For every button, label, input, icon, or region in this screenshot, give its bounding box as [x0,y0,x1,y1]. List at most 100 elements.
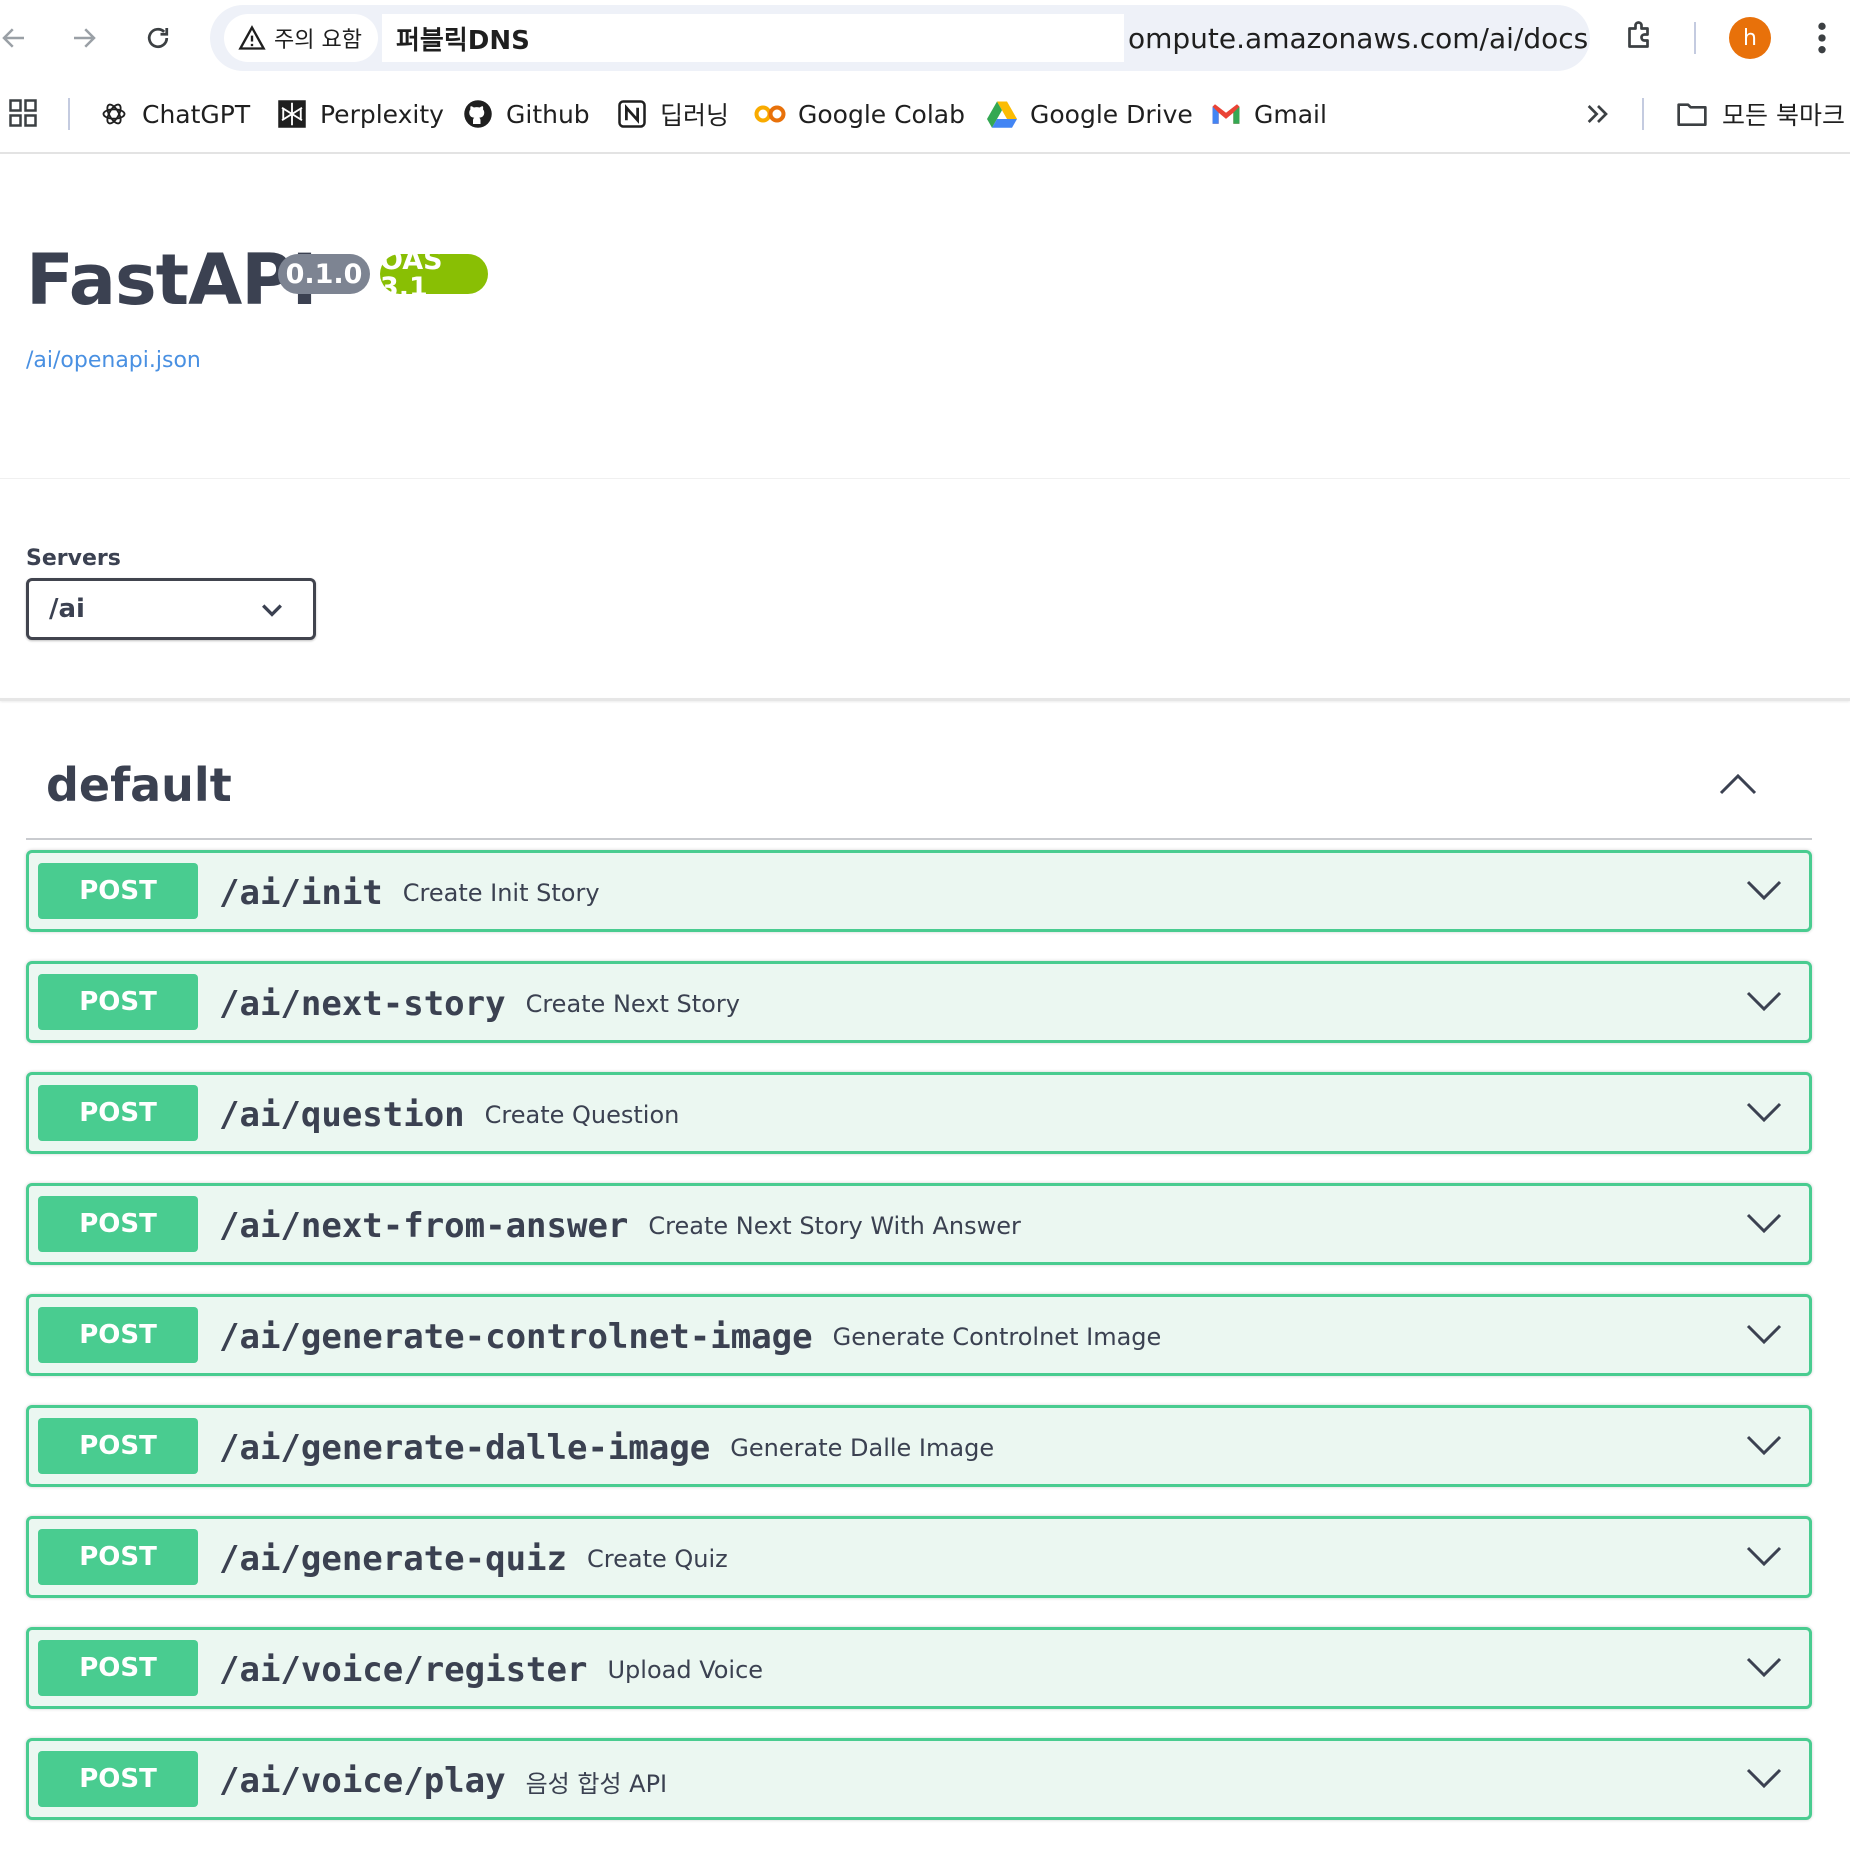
apps-grid-icon[interactable] [8,98,38,128]
all-bookmarks-folder[interactable]: 모든 북마크 [1676,90,1845,138]
bookmark-label: ChatGPT [142,99,251,129]
operation-block[interactable]: POST /ai/voice/play 음성 합성 API [26,1738,1812,1820]
operation-block[interactable]: POST /ai/generate-controlnet-image Gener… [26,1294,1812,1376]
chevron-down-icon[interactable] [1745,1654,1783,1680]
bookmark-drive[interactable]: Google Drive [986,90,1193,138]
bookmark-gmail[interactable]: Gmail [1210,90,1327,138]
profile-avatar[interactable]: h [1729,17,1771,59]
path-text: /ai/generate-controlnet-image [219,1317,813,1357]
path-text: /ai/generate-quiz [219,1539,567,1579]
operation-path: /ai/generate-dalle-image Generate Dalle … [219,1426,994,1470]
perplexity-icon [276,98,308,130]
operation-summary: Generate Dalle Image [730,1434,995,1462]
operation-path: /ai/generate-controlnet-image Generate C… [219,1315,1161,1359]
operation-summary: Create Init Story [402,879,600,907]
address-bar[interactable]: 주의 요함 퍼블릭DNS ompute.amazonaws.com/ai/doc… [210,5,1763,71]
bookmark-perplexity[interactable]: Perplexity [276,90,444,138]
bookmark-notion[interactable]: 딥러닝 [616,90,729,138]
bookmark-label: Github [506,99,590,129]
path-text: /ai/next-from-answer [219,1206,629,1246]
security-chip[interactable]: 주의 요함 [224,14,378,62]
chevron-down-icon [262,604,282,617]
method-badge: POST [38,863,198,919]
method-badge: POST [38,1529,198,1585]
method-badge: POST [38,1085,198,1141]
operation-block[interactable]: POST /ai/question Create Question [26,1072,1812,1154]
operation-summary: Create Next Story [525,990,740,1018]
chevron-down-icon[interactable] [1745,1321,1783,1347]
path-text: /ai/question [219,1095,465,1135]
operation-path: /ai/next-from-answer Create Next Story W… [219,1204,1021,1248]
path-text: /ai/generate-dalle-image [219,1428,711,1468]
chevron-down-icon[interactable] [1745,877,1783,903]
chevron-down-icon[interactable] [1745,1099,1783,1125]
back-button[interactable] [0,16,36,60]
operation-summary: Create Next Story With Answer [648,1212,1021,1240]
servers-select[interactable]: /ai [26,578,316,640]
bookmark-label: 딥러닝 [660,101,730,130]
path-text: /ai/init [219,873,383,913]
version-badge: 0.1.0 [278,254,370,294]
tag-title[interactable]: default [46,758,232,812]
path-text: /ai/next-story [219,984,506,1024]
method-badge: POST [38,1640,198,1696]
arrow-right-icon [74,28,96,48]
operation-path: /ai/generate-quiz Create Quiz [219,1537,728,1581]
operation-block[interactable]: POST /ai/generate-quiz Create Quiz [26,1516,1812,1598]
bookmarks-divider [68,98,70,130]
operation-summary: Generate Controlnet Image [832,1323,1162,1351]
method-badge: POST [38,1196,198,1252]
bookmark-label: Perplexity [320,99,444,129]
operation-path: /ai/init Create Init Story [219,871,600,915]
chevron-double-right-icon[interactable] [1582,98,1614,130]
method-badge: POST [38,1751,198,1807]
operation-block[interactable]: POST /ai/next-from-answer Create Next St… [26,1183,1812,1265]
browser-toolbar: 주의 요함 퍼블릭DNS ompute.amazonaws.com/ai/doc… [0,0,1850,76]
reload-button[interactable] [136,16,180,60]
warning-icon [238,25,266,50]
operation-path: /ai/voice/play 음성 합성 API [219,1759,667,1803]
tag-divider [26,838,1812,840]
chevron-down-icon[interactable] [1745,1432,1783,1458]
drive-icon [986,98,1018,130]
forward-button[interactable] [62,16,106,60]
operation-summary: Upload Voice [607,1656,764,1684]
bookmarks-divider [1642,98,1644,130]
bookmark-label: Google Drive [1030,99,1193,129]
path-text: /ai/voice/play [219,1761,506,1801]
kebab-menu-icon[interactable] [1808,18,1836,58]
extensions-icon[interactable] [1622,18,1658,54]
bookmark-github[interactable]: Github [462,90,590,138]
folder-icon [1677,103,1707,126]
operations-list: POST /ai/init Create Init Story POST /ai… [26,850,1812,1849]
chevron-down-icon[interactable] [1745,1765,1783,1791]
operation-path: /ai/next-story Create Next Story [219,982,740,1026]
servers-label: Servers [26,546,121,571]
chevron-down-icon[interactable] [1745,1543,1783,1569]
operation-block[interactable]: POST /ai/voice/register Upload Voice [26,1627,1812,1709]
openapi-json-link[interactable]: /ai/openapi.json [26,348,201,373]
notion-icon [616,98,648,130]
gmail-icon [1210,98,1242,130]
oas-badge: OAS 3.1 [380,247,488,301]
chatgpt-icon [98,98,130,130]
bookmark-chatgpt[interactable]: ChatGPT [98,90,250,138]
chevron-down-icon[interactable] [1745,1210,1783,1236]
operation-block[interactable]: POST /ai/generate-dalle-image Generate D… [26,1405,1812,1487]
method-badge: POST [38,1307,198,1363]
operation-summary: Create Question [484,1101,680,1129]
bookmark-colab[interactable]: Google Colab [754,90,965,138]
operation-summary: 음성 합성 API [525,1769,668,1798]
info-divider [0,478,1850,479]
operation-summary: Create Quiz [587,1545,728,1573]
chevron-down-icon[interactable] [1745,988,1783,1014]
url-text: ompute.amazonaws.com/ai/docs [1128,21,1589,55]
colab-icon [754,98,786,130]
method-badge: POST [38,974,198,1030]
operation-block[interactable]: POST /ai/next-story Create Next Story [26,961,1812,1043]
all-bookmarks-label: 모든 북마크 [1722,101,1845,130]
arrow-left-icon [2,28,24,48]
chevron-up-icon[interactable] [1718,770,1758,798]
operation-block[interactable]: POST /ai/init Create Init Story [26,850,1812,932]
reload-icon [147,27,169,49]
